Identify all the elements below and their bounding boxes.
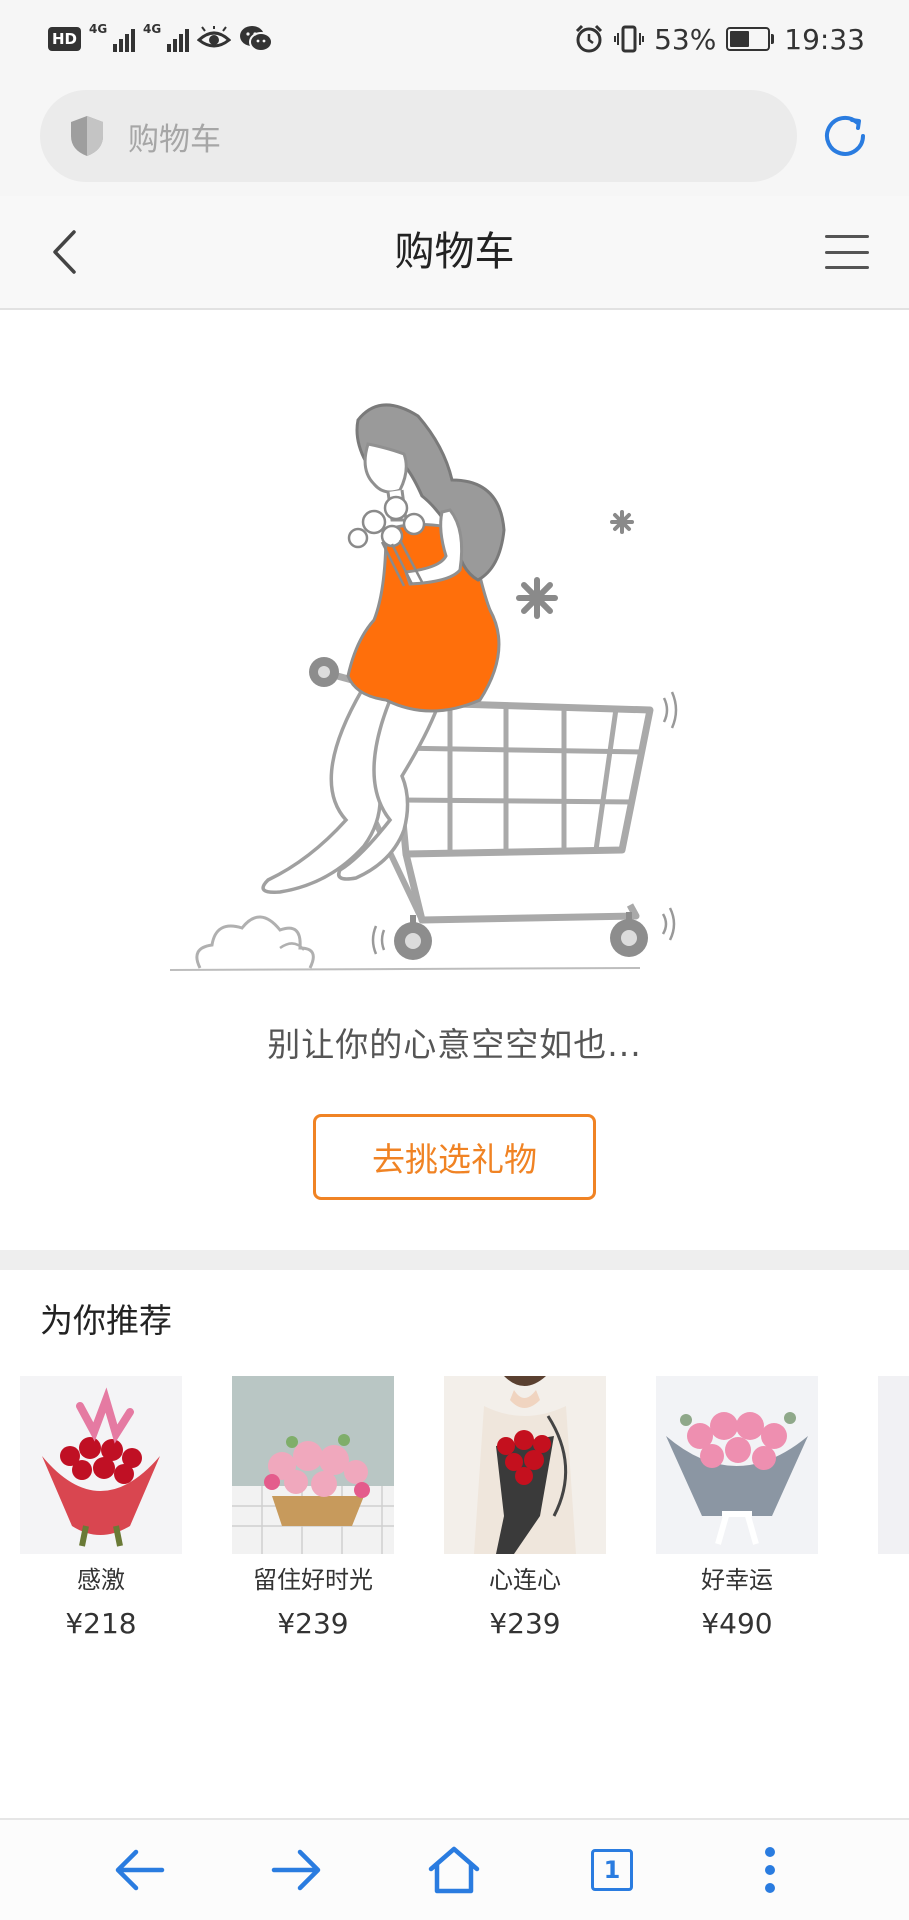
tabs-button[interactable]: 1 [580, 1838, 644, 1902]
product-card[interactable]: 心连心 ¥239 [444, 1376, 606, 1640]
hd-badge: HD [48, 27, 82, 51]
product-image [656, 1376, 818, 1554]
product-name: 感激 [77, 1566, 125, 1594]
status-right: 53% 19:33 [574, 20, 865, 58]
sparkle-icon [516, 577, 558, 619]
product-card[interactable]: 好幸运 ¥490 [656, 1376, 818, 1640]
eye-icon [197, 26, 232, 48]
arrow-right-icon [271, 1849, 321, 1891]
pick-gift-button[interactable]: 去挑选礼物 [313, 1114, 596, 1200]
status-left: HD 4G 4G [48, 20, 274, 58]
product-image [232, 1376, 394, 1554]
clock: 19:33 [784, 22, 865, 56]
product-card[interactable]: 感激 ¥218 [20, 1376, 182, 1640]
battery-percent: 53% [654, 22, 717, 56]
address-text: 购物车 [128, 121, 221, 158]
section-divider [0, 1250, 909, 1270]
empty-cart-illustration [169, 403, 678, 971]
vibrate-icon [614, 25, 645, 53]
product-price: ¥239 [277, 1607, 349, 1640]
status-bar: HD 4G 4G 53% 19:33 [0, 0, 909, 78]
battery-icon [726, 27, 775, 51]
address-bar-area: 购物车 [0, 78, 909, 196]
more-vertical-icon [765, 1847, 775, 1893]
recommendations-title: 为你推荐 [40, 1301, 172, 1340]
page-header: 购物车 [0, 196, 909, 310]
product-name: 留住好时光 [253, 1566, 373, 1594]
refresh-button[interactable] [815, 106, 875, 166]
alarm-icon [576, 24, 603, 53]
empty-cart-message: 别让你的心意空空如也... [267, 1025, 642, 1064]
product-price: ¥218 [65, 1607, 137, 1640]
menu-bar [825, 266, 869, 269]
product-name: 好幸运 [701, 1566, 773, 1594]
page-title: 购物车 [394, 229, 515, 275]
forward-nav-button[interactable] [264, 1838, 328, 1902]
tab-count-icon: 1 [591, 1849, 633, 1891]
product-name: 心连心 [489, 1566, 561, 1594]
refresh-icon [825, 115, 865, 156]
product-card[interactable]: 留住好时光 ¥239 [232, 1376, 394, 1640]
signal-icon: 4G [89, 22, 136, 54]
home-button[interactable] [422, 1838, 486, 1902]
browser-bottom-nav: 1 [0, 1818, 909, 1920]
product-price: ¥239 [489, 1607, 561, 1640]
product-image [444, 1376, 606, 1554]
product-image [20, 1376, 182, 1554]
sparkle-icon [610, 510, 634, 534]
recommendations-list: 感激 ¥218 留住好时光 ¥239 心连心 ¥239 好幸运 ¥490 [20, 1376, 818, 1640]
product-card-partial[interactable] [868, 1376, 909, 1554]
menu-button[interactable] [825, 232, 869, 272]
more-button[interactable] [738, 1838, 802, 1902]
menu-bar [825, 235, 869, 238]
shield-icon [71, 116, 103, 156]
back-nav-button[interactable] [108, 1838, 172, 1902]
home-icon [428, 1846, 480, 1894]
signal-icon-2: 4G [143, 22, 190, 54]
address-bar[interactable]: 购物车 [40, 90, 797, 182]
wechat-icon [240, 26, 274, 52]
menu-bar [825, 250, 869, 254]
product-price: ¥490 [701, 1607, 773, 1640]
arrow-left-icon [115, 1849, 165, 1891]
